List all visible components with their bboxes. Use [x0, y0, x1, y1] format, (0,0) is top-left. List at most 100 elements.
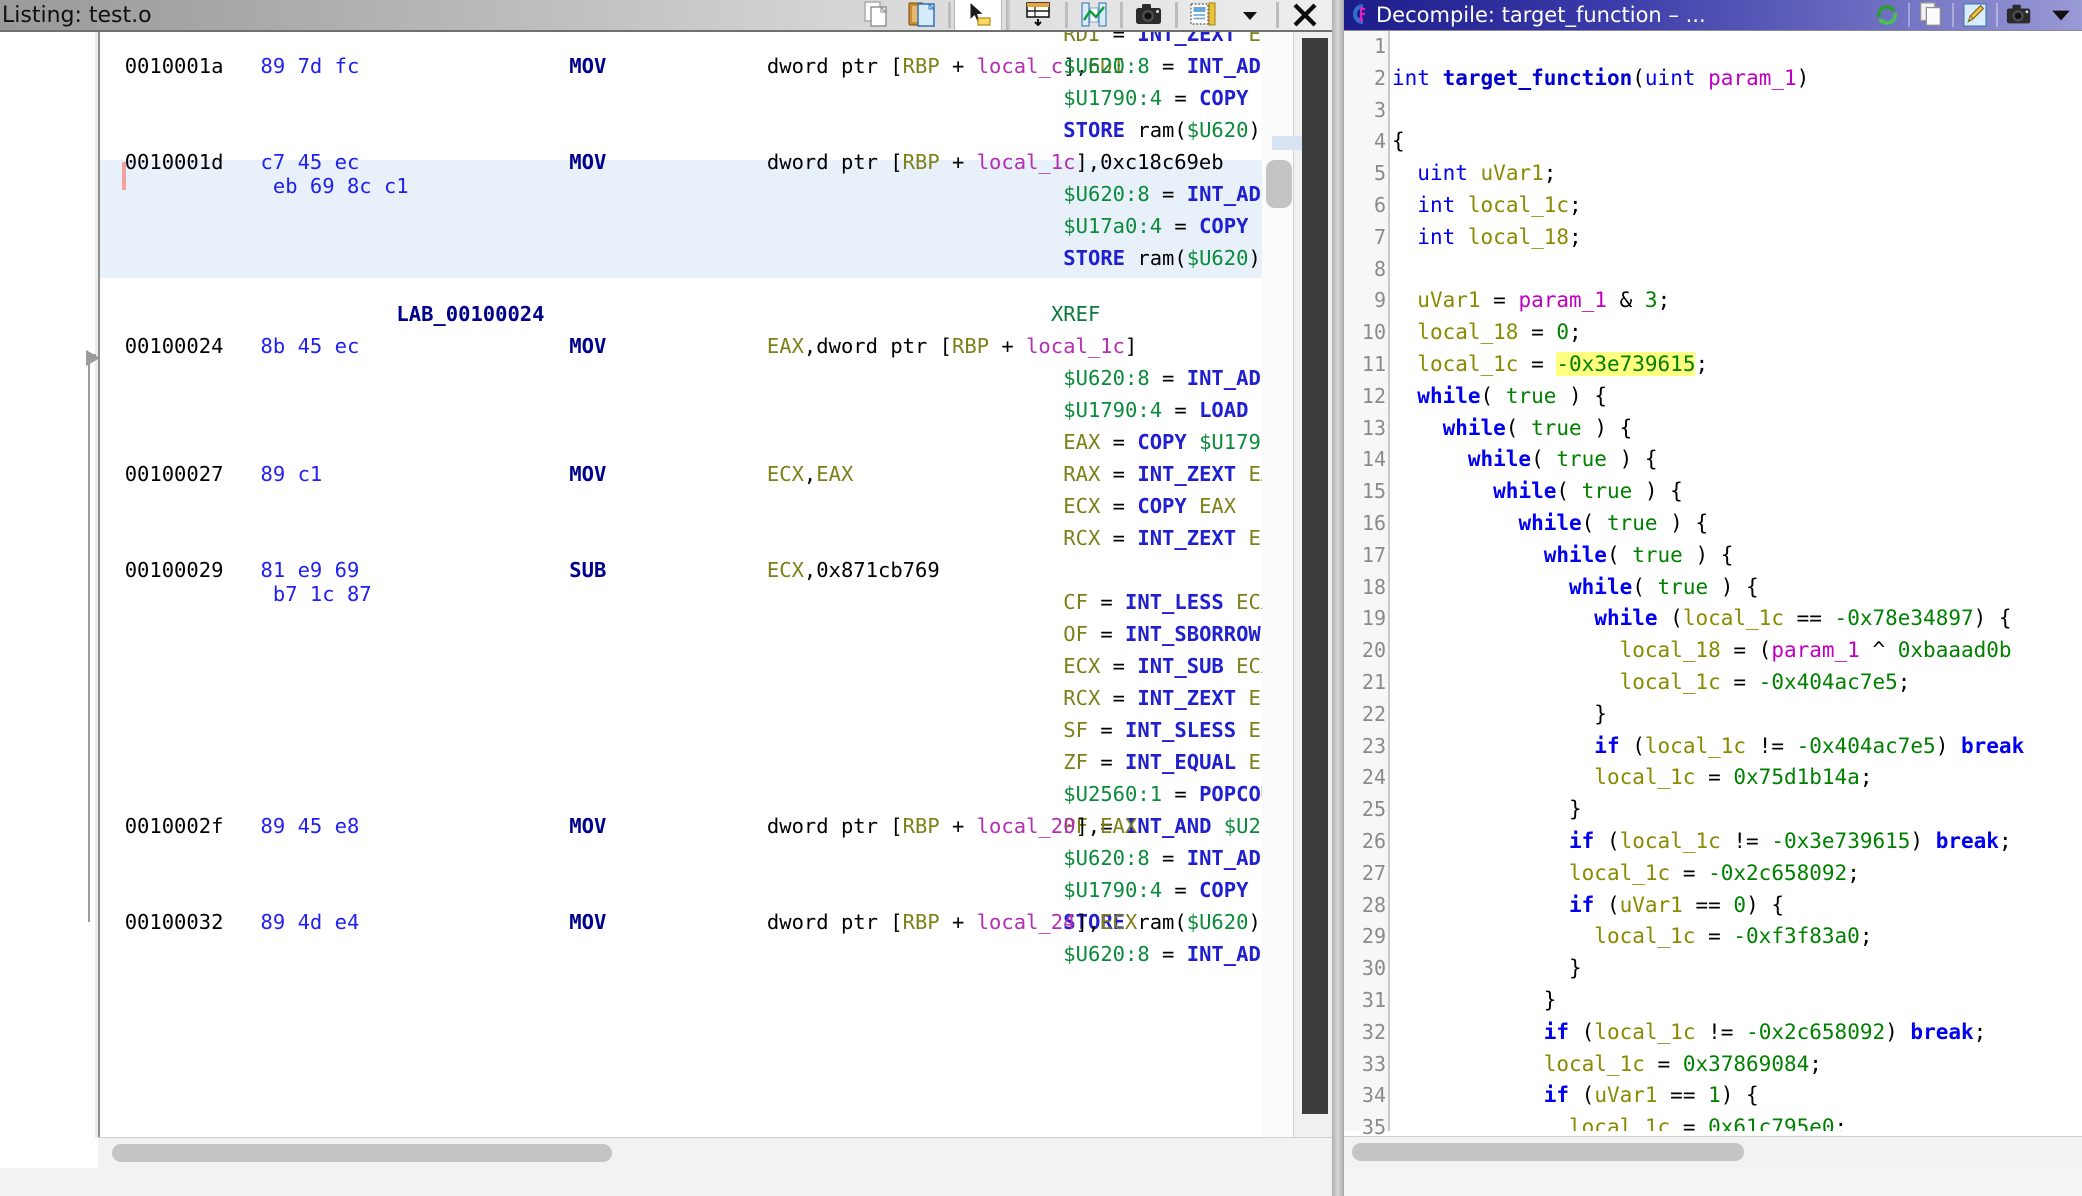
pcode-token: INT_ADD: [1187, 846, 1262, 870]
code-line[interactable]: local_1c = 0x61c795e0;: [1392, 1112, 2082, 1131]
code-line[interactable]: while( true ) {: [1392, 572, 2082, 604]
code-line[interactable]: if (uVar1 == 0) {: [1392, 890, 2082, 922]
code-line[interactable]: while( true ) {: [1392, 381, 2082, 413]
code-token: =: [1645, 1052, 1683, 1076]
code-line[interactable]: }: [1392, 953, 2082, 985]
code-line[interactable]: if (local_1c != -0x404ac7e5) break: [1392, 731, 2082, 763]
code-line[interactable]: local_1c = 0x37869084;: [1392, 1049, 2082, 1081]
line-number: 18: [1344, 572, 1386, 604]
pcode-token: INT_ADD: [1187, 182, 1262, 206]
code-token: ;: [1658, 288, 1671, 312]
code-token: [1455, 193, 1468, 217]
pcode-token: $U1790: [1199, 430, 1262, 454]
code-token: }: [1544, 988, 1557, 1012]
code-line[interactable]: uVar1 = param_1 & 3;: [1392, 285, 2082, 317]
pcode-line: $U620:8 = INT_ADD: [1063, 362, 1262, 394]
code-line[interactable]: int local_18;: [1392, 222, 2082, 254]
chevron-down-icon[interactable]: [1227, 0, 1273, 30]
code-token: [1392, 861, 1569, 885]
code-line[interactable]: while (local_1c == -0x78e34897) {: [1392, 603, 2082, 635]
chevron-down-icon[interactable]: [2040, 0, 2082, 30]
copy-icon[interactable]: [1910, 0, 1952, 30]
code-line[interactable]: while( true ) {: [1392, 508, 2082, 540]
code-token: (: [1569, 1020, 1594, 1044]
select-cursor-icon[interactable]: [954, 0, 1002, 30]
decompile-code[interactable]: int target_function(uint param_1) { uint…: [1392, 31, 2082, 1131]
code-line[interactable]: [1392, 31, 2082, 63]
pcode-token: POPCOUN: [1199, 782, 1262, 806]
code-line[interactable]: if (uVar1 == 1) {: [1392, 1080, 2082, 1112]
listing-marker-margin[interactable]: [1293, 32, 1332, 1138]
listing-text: MOV: [569, 330, 606, 362]
code-token: uVar1: [1481, 161, 1544, 185]
code-line[interactable]: int local_1c;: [1392, 190, 2082, 222]
code-token: local_1c: [1620, 670, 1721, 694]
code-line[interactable]: while( true ) {: [1392, 413, 2082, 445]
code-token: [1392, 1020, 1544, 1044]
listing-horizontal-scrollbar-thumb[interactable]: [112, 1144, 612, 1162]
code-token: ;: [1835, 1115, 1848, 1131]
refresh-icon[interactable]: [1866, 0, 1908, 30]
decompile-toolbar: [1866, 0, 2082, 30]
code-token: int: [1417, 225, 1455, 249]
code-token: -0x404ac7e5: [1797, 734, 1936, 758]
disassembly-listing[interactable]: 0010001a89 7d fcMOVdword ptr [RBP + loca…: [100, 32, 1262, 1138]
pcode-line: SF = INT_SLESS ECX: [1063, 714, 1262, 746]
edit-fields-icon[interactable]: [1181, 0, 1227, 30]
code-token: (: [1481, 384, 1506, 408]
paste-icon[interactable]: [899, 0, 945, 30]
code-token: [1392, 734, 1594, 758]
code-line[interactable]: while( true ) {: [1392, 444, 2082, 476]
code-line[interactable]: }: [1392, 985, 2082, 1017]
code-line[interactable]: while( true ) {: [1392, 540, 2082, 572]
window-splitter[interactable]: [1332, 0, 1344, 1196]
operand-token: ,dword ptr [: [804, 334, 952, 358]
listing-vertical-scrollbar-thumb[interactable]: [1266, 160, 1292, 208]
line-number: 29: [1344, 921, 1386, 953]
code-line[interactable]: uint uVar1;: [1392, 158, 2082, 190]
code-line[interactable]: [1392, 254, 2082, 286]
listing-marker-fill: [1302, 38, 1328, 1114]
decompile-horizontal-scrollbar-thumb[interactable]: [1352, 1143, 1744, 1161]
code-token: while: [1493, 479, 1556, 503]
toolbar-group-separator: [1006, 0, 1012, 30]
code-line[interactable]: }: [1392, 794, 2082, 826]
pcode-token: $U620:8: [1063, 54, 1149, 78]
code-line[interactable]: if (local_1c != -0x3e739615) break;: [1392, 826, 2082, 858]
code-line[interactable]: while( true ) {: [1392, 476, 2082, 508]
snapshot-camera-icon[interactable]: [1126, 0, 1172, 30]
code-line[interactable]: if (local_1c != -0x2c658092) break;: [1392, 1017, 2082, 1049]
code-line[interactable]: local_1c = -0x3e739615;: [1392, 349, 2082, 381]
pcode-token: INT_ADD: [1187, 942, 1262, 966]
line-number: 2: [1344, 63, 1386, 95]
line-number: 11: [1344, 349, 1386, 381]
instruction-operands: dword ptr [RBP + local_1c],0xc18c69eb: [767, 146, 1224, 178]
code-token: local_1c: [1569, 1115, 1670, 1131]
code-line[interactable]: {: [1392, 126, 2082, 158]
pcode-token: ECX: [1236, 590, 1262, 614]
pcode-token: ECX: [1248, 750, 1262, 774]
code-token: while: [1594, 606, 1657, 630]
code-line[interactable]: local_1c = -0xf3f83a0;: [1392, 921, 2082, 953]
code-line[interactable]: local_1c = -0x404ac7e5;: [1392, 667, 2082, 699]
close-x-icon[interactable]: [1282, 0, 1328, 30]
operand-token: RBP: [903, 54, 940, 78]
code-line[interactable]: local_18 = 0;: [1392, 317, 2082, 349]
pcode-line: $U620:8 = INT_ADD: [1063, 178, 1262, 210]
add-table-icon[interactable]: [1016, 0, 1062, 30]
code-line[interactable]: }: [1392, 699, 2082, 731]
code-line[interactable]: local_1c = -0x2c658092;: [1392, 858, 2082, 890]
edit-pencil-icon[interactable]: [1954, 0, 1996, 30]
line-number: 32: [1344, 1017, 1386, 1049]
code-line[interactable]: local_18 = (param_1 ^ 0xbaaad0b: [1392, 635, 2082, 667]
code-token: if: [1544, 1020, 1569, 1044]
snapshot-camera-icon[interactable]: [1998, 0, 2040, 30]
pcode-line: ZF = INT_EQUAL ECX: [1063, 746, 1262, 778]
code-line[interactable]: local_1c = 0x75d1b14a;: [1392, 762, 2082, 794]
graph-icon[interactable]: [1071, 0, 1117, 30]
code-line[interactable]: [1392, 95, 2082, 127]
copy-icon[interactable]: [853, 0, 899, 30]
line-number: 33: [1344, 1049, 1386, 1081]
code-line[interactable]: int target_function(uint param_1): [1392, 63, 2082, 95]
operand-token: RBP: [903, 910, 940, 934]
